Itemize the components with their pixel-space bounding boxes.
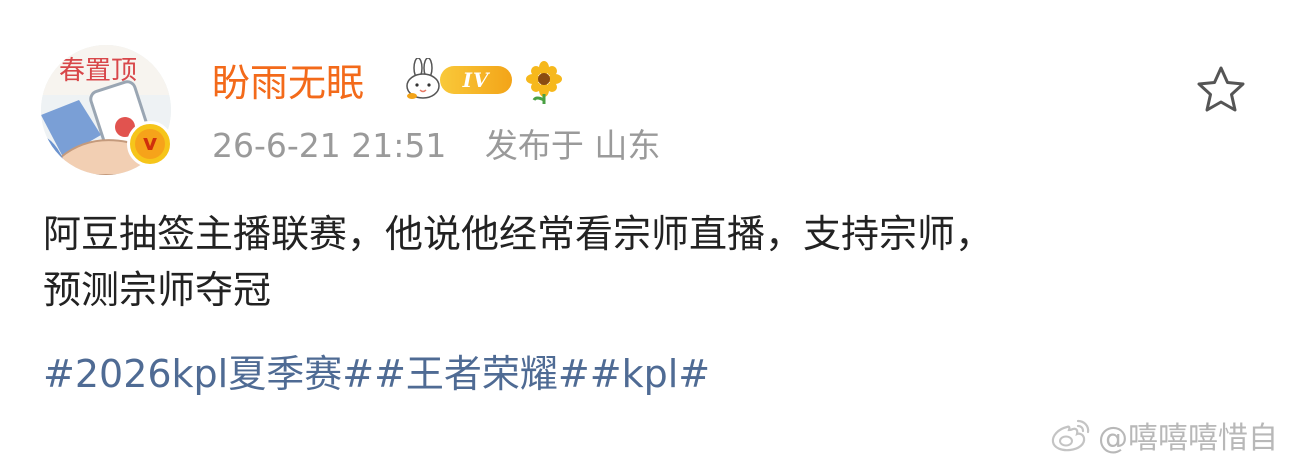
post-meta: 26-6-21 21:51 发布于 山东 bbox=[212, 124, 660, 168]
watermark-text: @嘻嘻嘻惜自 bbox=[1098, 421, 1278, 456]
watermark: @嘻嘻嘻惜自 bbox=[1050, 415, 1278, 456]
hashtag-list: #2026kpl夏季赛##王者荣耀##kpl# bbox=[43, 346, 710, 402]
hashtag-link[interactable]: #2026kpl夏季赛# bbox=[43, 352, 374, 396]
user-level-badge: IV bbox=[440, 66, 512, 94]
favorite-star-icon[interactable] bbox=[1195, 64, 1247, 116]
post-content: 阿豆抽签主播联赛，他说他经常看宗师直播，支持宗师， 预测宗师夺冠 bbox=[43, 206, 1243, 318]
hashtag-link[interactable]: #kpl# bbox=[590, 352, 710, 396]
avatar-container[interactable]: 春置顶 v bbox=[41, 45, 173, 175]
location-prefix: 发布于 bbox=[484, 126, 584, 165]
post-timestamp: 26-6-21 21:51 bbox=[212, 126, 447, 165]
weibo-logo-icon bbox=[1051, 419, 1090, 452]
content-line: 阿豆抽签主播联赛，他说他经常看宗师直播，支持宗师， bbox=[43, 212, 994, 256]
sunflower-icon bbox=[526, 61, 562, 104]
verified-badge-icon: v bbox=[127, 121, 173, 167]
post-location: 山东 bbox=[594, 126, 661, 165]
author-username[interactable]: 盼雨无眠 bbox=[212, 58, 364, 108]
hashtag-link[interactable]: #王者荣耀# bbox=[374, 352, 590, 396]
verified-v-icon: v bbox=[135, 129, 165, 159]
weibo-post-card: 春置顶 v 盼雨无眠 IV 26-6-21 21:51 发布于 山东 阿豆抽签主… bbox=[0, 0, 1290, 465]
content-line: 预测宗师夺冠 bbox=[43, 268, 272, 312]
